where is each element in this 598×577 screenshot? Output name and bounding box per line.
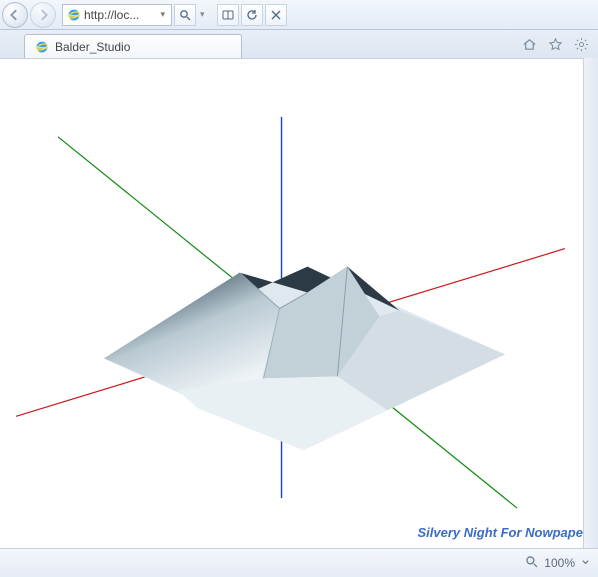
search-dropdown-icon[interactable]: ▾ bbox=[198, 9, 207, 20]
search-icon bbox=[179, 9, 191, 21]
home-button[interactable] bbox=[520, 35, 538, 53]
refresh-button[interactable] bbox=[241, 4, 263, 26]
chevron-down-icon bbox=[581, 558, 590, 567]
search-button[interactable] bbox=[174, 4, 196, 26]
forward-button[interactable] bbox=[30, 2, 56, 28]
zoom-level-text: 100% bbox=[544, 556, 575, 570]
gear-icon bbox=[574, 37, 589, 52]
address-dropdown-icon[interactable]: ▾ bbox=[158, 9, 167, 20]
back-button[interactable] bbox=[2, 2, 28, 28]
favorites-button[interactable] bbox=[546, 35, 564, 53]
refresh-icon bbox=[246, 9, 258, 21]
compat-view-icon bbox=[222, 9, 234, 21]
address-text: http://loc... bbox=[84, 8, 155, 22]
content-viewport: Silvery Night For Nowpaper bbox=[0, 58, 598, 548]
vertical-scrollbar[interactable] bbox=[583, 58, 598, 548]
tab-title: Balder_Studio bbox=[55, 40, 130, 54]
star-icon bbox=[548, 37, 563, 52]
address-field[interactable]: http://loc... ▾ bbox=[62, 4, 172, 26]
credit-text: Silvery Night For Nowpaper bbox=[418, 525, 588, 540]
ie-favicon-icon bbox=[67, 8, 81, 22]
arrow-right-icon bbox=[37, 9, 49, 21]
compat-view-button[interactable] bbox=[217, 4, 239, 26]
stop-button[interactable] bbox=[265, 4, 287, 26]
zoom-dropdown[interactable] bbox=[581, 556, 590, 570]
terrain-mesh bbox=[104, 267, 505, 451]
home-icon bbox=[522, 37, 537, 52]
zoom-icon bbox=[525, 555, 538, 571]
tab-active[interactable]: Balder_Studio bbox=[24, 34, 242, 59]
arrow-left-icon bbox=[9, 9, 21, 21]
tab-strip: Balder_Studio bbox=[0, 30, 598, 58]
stop-icon bbox=[270, 9, 282, 21]
command-bar bbox=[520, 30, 598, 58]
tools-button[interactable] bbox=[572, 35, 590, 53]
status-bar: 100% bbox=[0, 548, 598, 577]
scene-3d bbox=[0, 59, 598, 548]
address-toolbar: http://loc... ▾ ▾ bbox=[0, 0, 598, 30]
ie-favicon-icon bbox=[35, 40, 49, 54]
